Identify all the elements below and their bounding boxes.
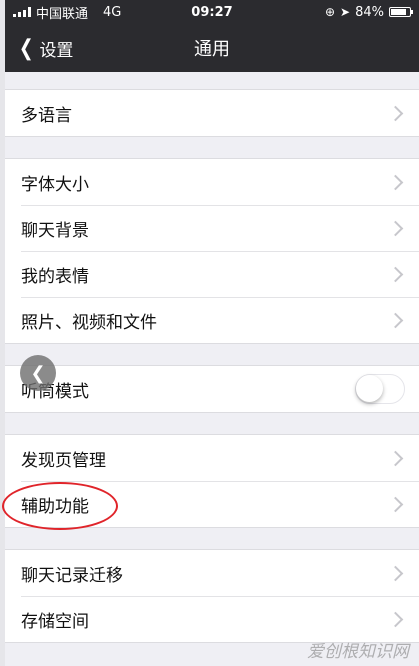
carrier-label: 中国联通	[36, 6, 89, 22]
chevron-right-icon	[387, 496, 404, 512]
rotation-lock-icon: ⊕	[324, 5, 336, 19]
row-label: 多语言	[21, 105, 72, 126]
status-right: ⊕ ➤ 84%	[324, 4, 413, 20]
chevron-right-icon	[387, 220, 404, 236]
back-label: 设置	[39, 40, 74, 61]
chevron-left-icon: ❮	[18, 35, 34, 61]
row-label: 聊天背景	[21, 220, 89, 241]
chevron-right-icon	[387, 611, 404, 627]
settings-group-display: 字体大小 聊天背景 我的表情 照片、视频和文件	[5, 158, 419, 344]
row-label: 照片、视频和文件	[21, 312, 157, 333]
settings-group-storage: 聊天记录迁移 存储空间	[5, 549, 419, 643]
row-label: 存储空间	[21, 611, 89, 632]
row-chat-background[interactable]: 聊天背景	[5, 205, 419, 251]
status-bar: 中国联通 4G 09:27 ⊕ ➤ 84%	[5, 0, 419, 24]
page-title: 通用	[194, 39, 230, 60]
settings-group-earpiece: 听筒模式	[5, 365, 419, 413]
watermark: 爱创根知识网	[307, 642, 409, 662]
row-media-files[interactable]: 照片、视频和文件	[5, 297, 419, 343]
network-label: 4G	[103, 4, 122, 20]
navigation-bar: ❮ 设置 通用	[5, 24, 419, 72]
chevron-right-icon	[387, 105, 404, 121]
phone-screen: 中国联通 4G 09:27 ⊕ ➤ 84% ❮ 设置 通用 多语言 字体大小 聊	[5, 0, 419, 666]
chevron-right-icon	[387, 312, 404, 328]
row-chat-migration[interactable]: 聊天记录迁移	[5, 550, 419, 596]
signal-icon	[13, 7, 31, 17]
chevron-left-icon: ❮	[30, 362, 46, 384]
row-label: 字体大小	[21, 174, 89, 195]
row-earpiece-mode: 听筒模式	[5, 366, 419, 412]
row-font-size[interactable]: 字体大小	[5, 159, 419, 205]
location-icon: ➤	[340, 5, 351, 19]
row-storage[interactable]: 存储空间	[5, 596, 419, 642]
row-discover-management[interactable]: 发现页管理	[5, 435, 419, 481]
floating-back-button[interactable]: ❮	[20, 355, 56, 391]
row-language[interactable]: 多语言	[5, 90, 419, 136]
row-label: 聊天记录迁移	[21, 565, 123, 586]
earpiece-mode-toggle[interactable]	[355, 374, 405, 404]
chevron-right-icon	[387, 565, 404, 581]
settings-group-language: 多语言	[5, 89, 419, 137]
chevron-right-icon	[387, 450, 404, 466]
status-left: 中国联通 4G	[13, 3, 121, 22]
battery-icon	[389, 7, 413, 17]
red-circle-annotation	[2, 482, 118, 530]
battery-percent: 84%	[355, 4, 384, 20]
back-button[interactable]: ❮ 设置	[5, 35, 74, 61]
row-label: 我的表情	[21, 266, 89, 287]
row-my-stickers[interactable]: 我的表情	[5, 251, 419, 297]
chevron-right-icon	[387, 266, 404, 282]
row-label: 发现页管理	[21, 450, 106, 471]
chevron-right-icon	[387, 174, 404, 190]
clock: 09:27	[191, 4, 233, 20]
